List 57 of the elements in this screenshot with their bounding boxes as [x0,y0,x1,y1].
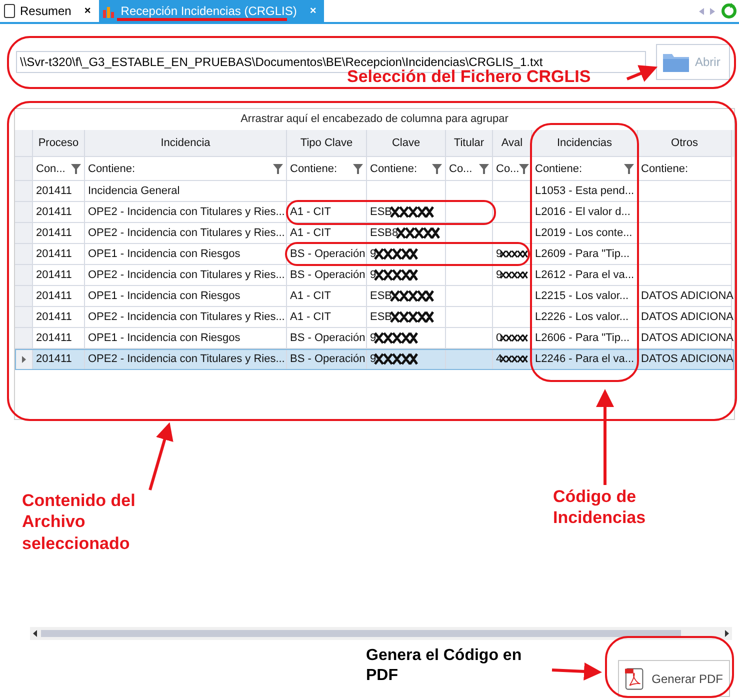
filter-icon[interactable] [432,164,442,174]
annotation-text: Genera el Código en PDF [366,646,523,686]
horizontal-scrollbar[interactable] [30,627,732,640]
table-row[interactable]: 201411 OPE1 - Incidencia con Riesgos A1 - CIT ESB L2215 - Los valor... DATOS ADICIONA [15,286,734,307]
table-cell: 9 [367,244,446,265]
redaction-scribble-icon [500,248,528,260]
table-cell: 4 [493,349,532,370]
redaction-scribble-icon [390,290,434,302]
table-cell: ESB [367,202,446,223]
table-row[interactable]: 201411 OPE2 - Incidencia con Titulares y Ries... A1 - CIT ESB L2016 - El valor d... [15,202,734,223]
table-cell: DATOS ADICIONA [638,349,732,370]
redaction-scribble-icon [374,248,418,260]
redaction-scribble-icon [374,269,418,281]
scrollbar-thumb[interactable] [41,630,681,637]
row-header-corner [15,157,33,181]
row-selector[interactable] [15,349,33,370]
redaction-scribble-icon [390,206,434,218]
annotation-arrow [148,422,174,490]
redaction-scribble-icon [374,353,418,365]
table-row[interactable]: 201411 Incidencia General L1053 - Esta pend... [15,181,734,202]
filter-icon[interactable] [624,164,634,174]
redaction-scribble-icon [396,227,440,239]
close-icon[interactable]: × [84,5,91,17]
pdf-file-icon [625,666,644,690]
folder-icon [663,52,689,72]
table-cell: L2246 - Para el va... [532,349,638,370]
redaction-scribble-icon [500,332,528,344]
redaction-scribble-icon [390,311,434,323]
row-pointer-icon [22,356,26,362]
table-cell: 9 [367,349,446,370]
table-row[interactable]: 201411 OPE2 - Incidencia con Titulares y Ries... BS - Operación 9 4 L2246 - Para el va... DATOS ADICIONA [15,349,734,370]
group-by-hint: Arrastrar aquí el encabezado de columna para agrupar [240,112,510,127]
refresh-icon[interactable] [721,3,737,19]
table-cell: BS - Operación [287,349,367,370]
scroll-left-icon[interactable] [33,630,37,637]
generate-pdf-button[interactable]: Generar PDF [618,660,730,697]
annotation-arrow [552,662,602,680]
table-row[interactable]: 201411 OPE2 - Incidencia con Titulares y Ries... A1 - CIT ESB8 L2019 - Los conte... [15,223,734,244]
table-cell: 201411 [33,349,85,370]
document-icon [4,4,15,18]
filter-icon[interactable] [479,164,489,174]
redaction-scribble-icon [500,269,528,281]
redaction-scribble-icon [374,332,418,344]
bar-chart-icon [102,4,116,18]
annotation-text: Código de Incidencias [553,486,647,528]
scroll-right-icon[interactable] [725,630,729,637]
filter-icon[interactable] [71,164,81,174]
table-cell: OPE2 - Incidencia con Titulares y Ries... [85,349,287,370]
table-cell [446,202,493,223]
table-cell: A1 - CIT [287,202,367,223]
filter-icon[interactable] [353,164,363,174]
redaction-scribble-icon [500,353,528,365]
table-row[interactable]: 201411 OPE2 - Incidencia con Titulares y Ries... A1 - CIT ESB L2226 - Los valor... DATOS ADICIONA [15,307,734,328]
filter-icon[interactable] [519,164,530,174]
filter-icon[interactable] [273,164,283,174]
annotation-arrow [626,65,658,82]
annotation-text: Contenido del Archivo seleccionado [22,490,136,554]
